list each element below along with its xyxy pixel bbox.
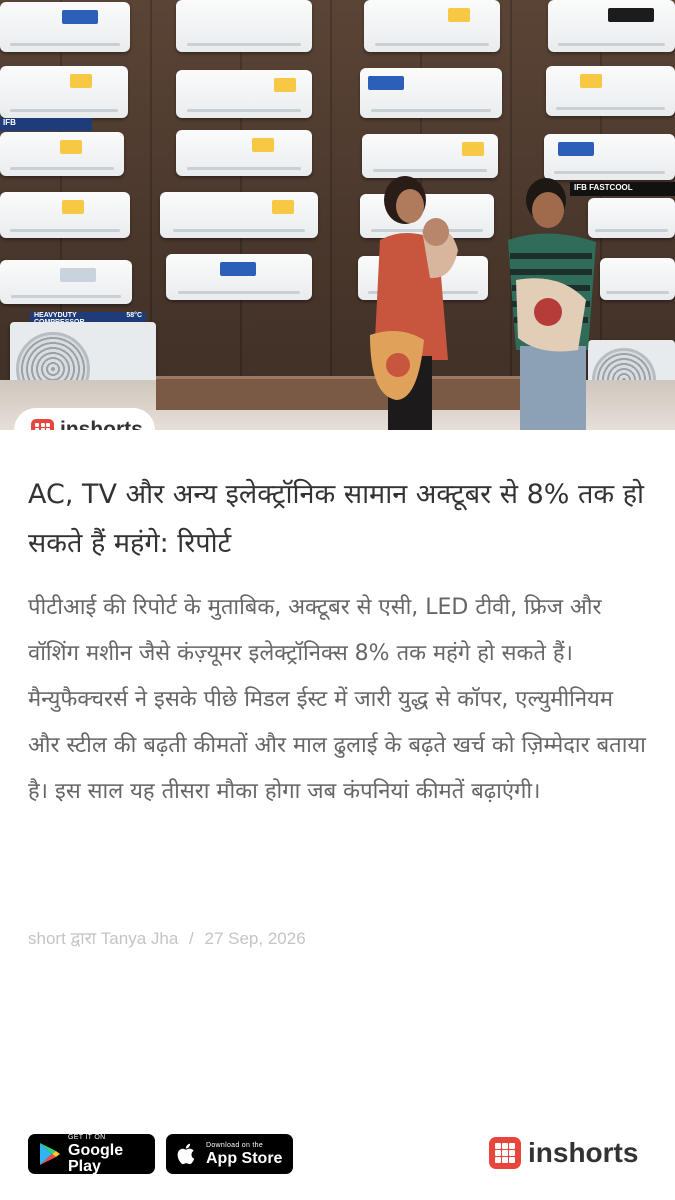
article-title: AC, TV और अन्य इलेक्ट्रॉनिक सामान अक्टूब…: [28, 479, 645, 559]
ifb-sign: IFB: [0, 118, 92, 131]
byline-prefix: short द्वारा: [28, 929, 97, 948]
app-store-label: App Store: [206, 1149, 283, 1167]
google-play-label: Google Play: [68, 1141, 124, 1175]
inshorts-photo-badge: inshorts: [14, 408, 155, 430]
author-name[interactable]: Tanya Jha: [101, 929, 179, 948]
apple-icon: [177, 1143, 195, 1165]
app-store-small-text: Download on the: [206, 1141, 264, 1149]
app-store-button[interactable]: Download on the App Store: [166, 1134, 293, 1174]
byline-separator: /: [189, 929, 194, 948]
publish-date: 27 Sep, 2026: [204, 929, 306, 948]
shoppers-illustration: [370, 176, 596, 430]
hero-photo: IFB IFB FASTCOOL HEAVYDUTY COMPRESSOR58°…: [0, 0, 675, 430]
footer-wordmark: inshorts: [528, 1137, 639, 1168]
byline: short द्वारा Tanya Jha / 27 Sep, 2026: [28, 926, 306, 949]
inshorts-wordmark: inshorts: [60, 418, 143, 430]
google-play-button[interactable]: GET IT ON Google Play: [28, 1134, 155, 1174]
inshorts-logo-icon: [31, 418, 54, 430]
article-body: पीटीआई की रिपोर्ट के मुताबिक, अक्टूबर से…: [28, 595, 646, 804]
google-play-small-text: GET IT ON: [68, 1133, 106, 1141]
google-play-icon: [40, 1143, 60, 1165]
inshorts-logo-icon: [489, 1137, 521, 1169]
footer-inshorts-logo[interactable]: inshorts: [489, 1137, 638, 1169]
